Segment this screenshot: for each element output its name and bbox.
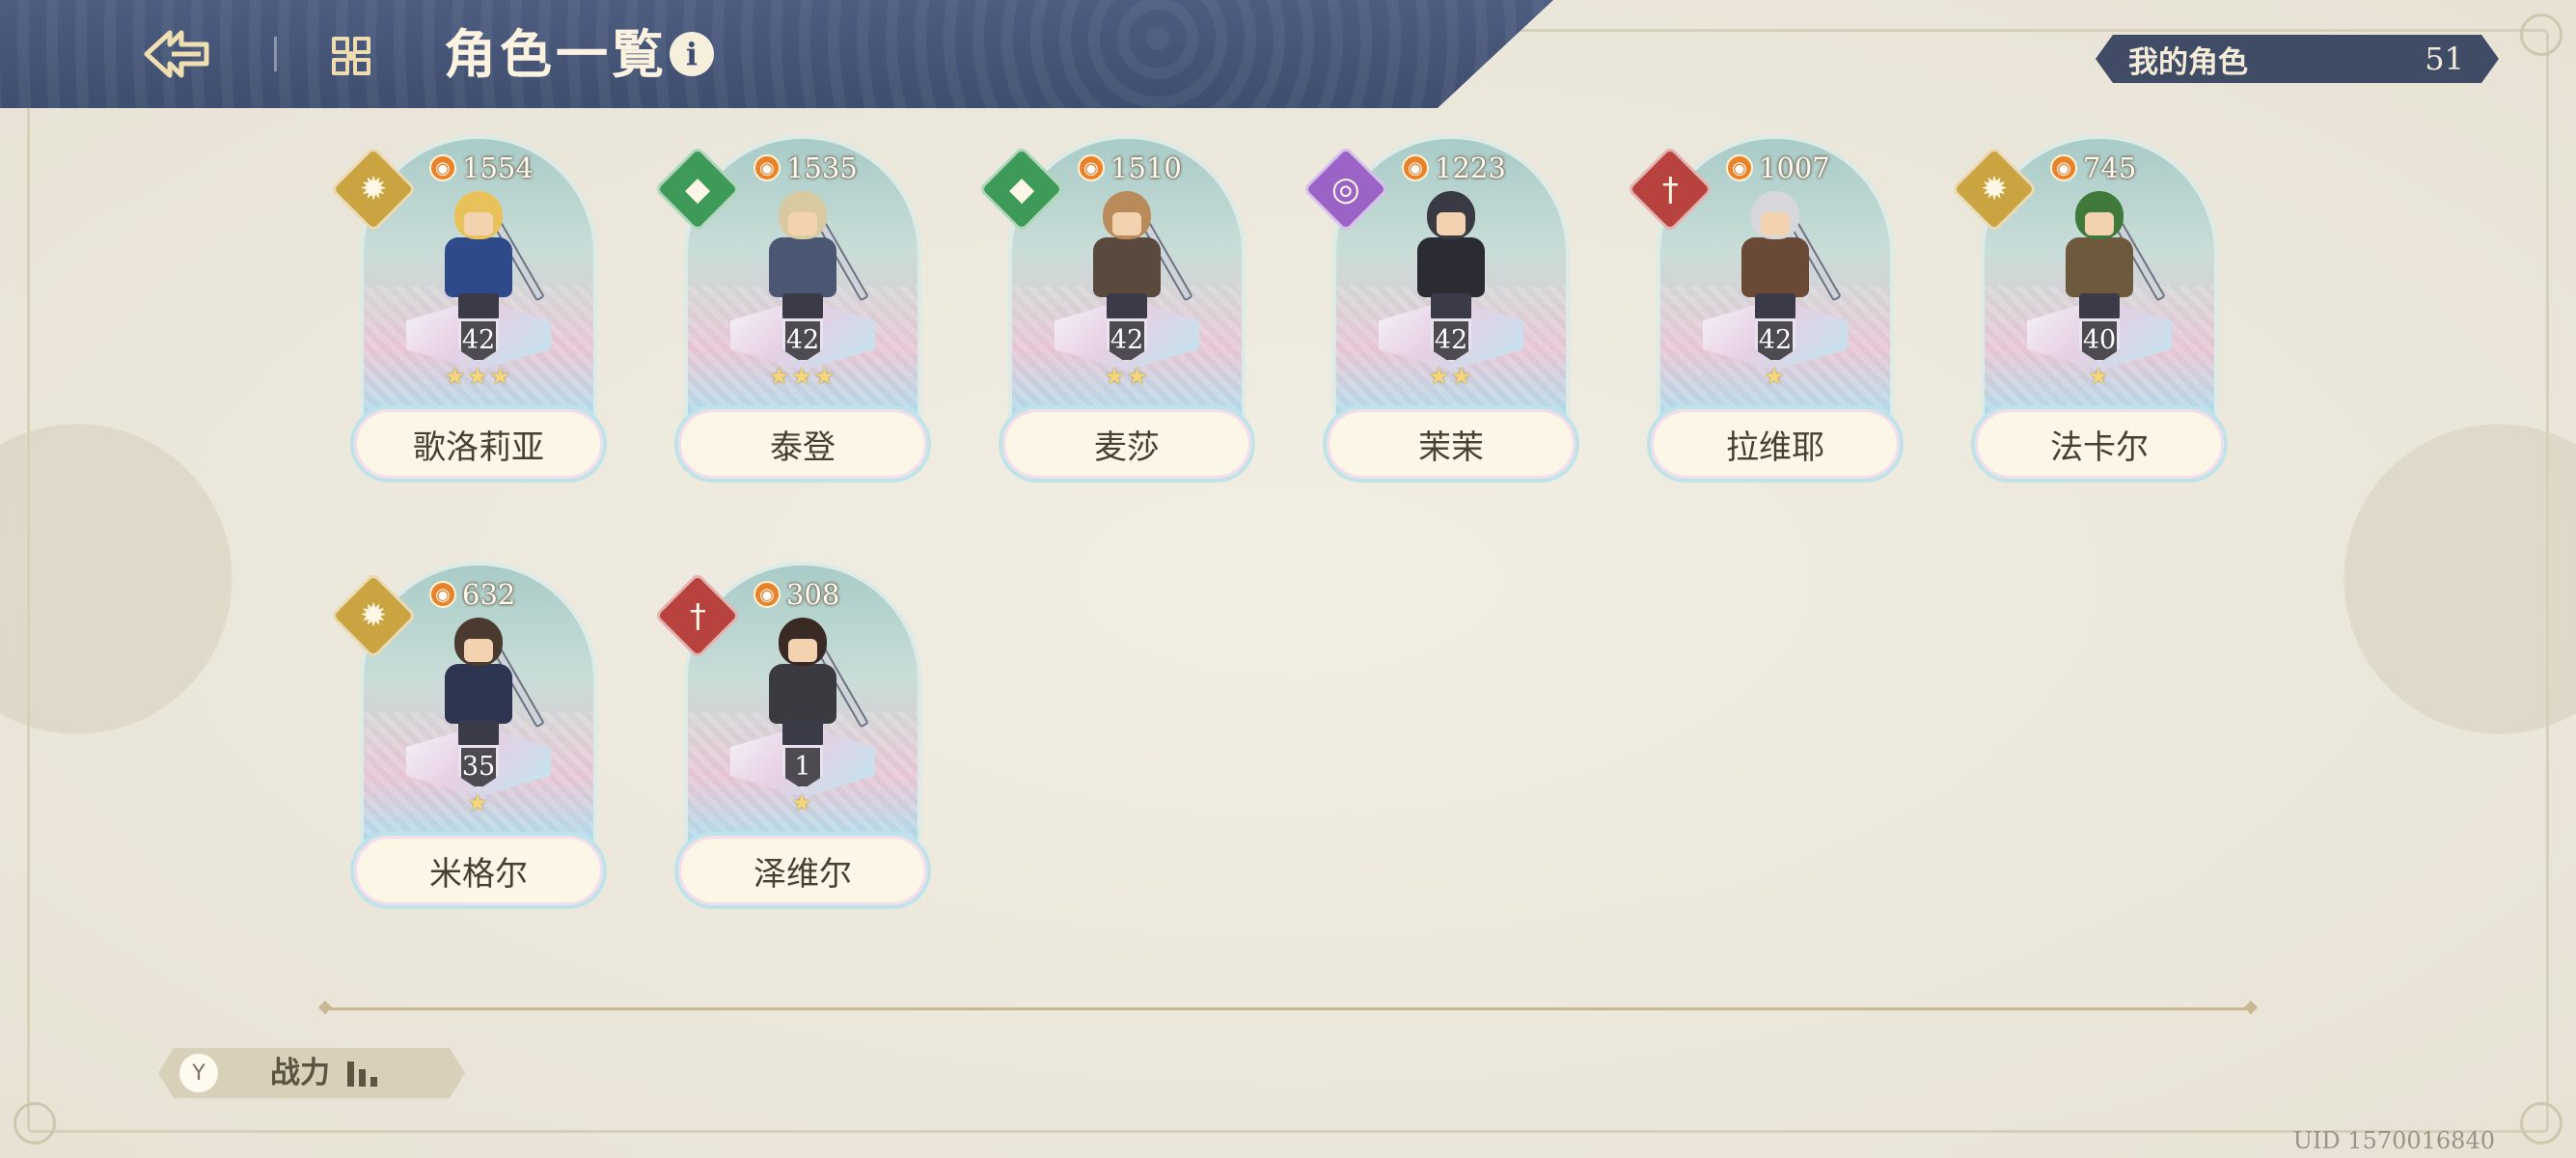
character-name: 泰登 — [674, 405, 931, 482]
flame-icon: ◉ — [429, 154, 456, 181]
power-value: 1510 — [1110, 152, 1182, 184]
power-value: 632 — [462, 578, 516, 611]
character-card[interactable]: ◆ ◉ 1535 42 ★★★ 泰登 — [653, 135, 931, 492]
power-value: 1007 — [1759, 152, 1830, 184]
power-value: 308 — [786, 578, 840, 611]
power-rating: ◉ 1223 — [1402, 151, 1506, 185]
corner-ornament — [2520, 1102, 2562, 1144]
my-characters-count: 51 — [2425, 41, 2464, 77]
grid-menu-icon[interactable] — [330, 35, 372, 77]
back-arrow-icon — [144, 30, 209, 78]
character-card[interactable]: † ◉ 308 1 ★ 泽维尔 — [653, 562, 931, 919]
character-sprite — [750, 616, 869, 749]
star-rating: ★ — [791, 789, 814, 816]
character-card[interactable]: † ◉ 1007 42 ★ 拉维耶 — [1626, 135, 1904, 492]
power-rating: ◉ 1535 — [754, 151, 858, 185]
character-sprite — [750, 189, 869, 322]
power-rating: ◉ 308 — [754, 577, 839, 612]
star-rating: ★★ — [1104, 363, 1150, 390]
corner-ornament — [2520, 14, 2562, 56]
character-name: 歌洛莉亚 — [350, 405, 607, 482]
character-card[interactable]: ◆ ◉ 1510 42 ★★ 麦莎 — [977, 135, 1255, 492]
character-sprite — [425, 189, 545, 322]
power-rating: ◉ 632 — [429, 577, 515, 612]
flame-icon: ◉ — [754, 581, 781, 608]
character-card[interactable]: ✹ ◉ 1554 42 ★★★ 歌洛莉亚 — [329, 135, 607, 492]
character-name: 茉茉 — [1323, 405, 1579, 482]
character-sprite — [2046, 189, 2166, 322]
header-bar — [0, 0, 1553, 108]
power-rating: ◉ 1554 — [429, 151, 534, 185]
flame-icon: ◉ — [1078, 154, 1105, 181]
flame-icon: ◉ — [2050, 154, 2077, 181]
power-rating: ◉ 1007 — [1726, 151, 1830, 185]
power-value: 1535 — [786, 152, 858, 184]
character-card[interactable]: ✹ ◉ 632 35 ★ 米格尔 — [329, 562, 607, 919]
character-name: 麦莎 — [999, 405, 1255, 482]
flame-icon: ◉ — [1726, 154, 1753, 181]
star-rating: ★★ — [1428, 363, 1474, 390]
divider-line — [324, 1007, 2252, 1010]
my-characters-counter: 我的角色 51 — [2096, 35, 2499, 83]
star-rating: ★ — [1764, 363, 1787, 390]
filter-icon[interactable]: Y — [179, 1054, 218, 1092]
header-separator — [274, 37, 277, 71]
my-characters-label: 我的角色 — [2128, 44, 2248, 80]
power-value: 1554 — [462, 152, 534, 184]
corner-ornament — [14, 1102, 56, 1144]
sort-bars-icon — [347, 1062, 392, 1087]
character-name: 法卡尔 — [1971, 405, 2228, 482]
sort-label: 战力 — [270, 1056, 330, 1090]
character-card[interactable]: ◎ ◉ 1223 42 ★★ 茉茉 — [1302, 135, 1579, 492]
character-sprite — [425, 616, 545, 749]
character-sprite — [1074, 189, 1193, 322]
character-name: 拉维耶 — [1647, 405, 1904, 482]
character-card[interactable]: ✹ ◉ 745 40 ★ 法卡尔 — [1950, 135, 2228, 492]
back-button[interactable] — [143, 25, 210, 83]
sort-by-power-button[interactable]: Y 战力 — [158, 1048, 465, 1098]
character-sprite — [1722, 189, 1842, 322]
power-rating: ◉ 1510 — [1078, 151, 1182, 185]
star-rating: ★★★ — [768, 363, 837, 390]
flame-icon: ◉ — [429, 581, 456, 608]
character-name: 米格尔 — [350, 832, 607, 909]
power-value: 745 — [2083, 152, 2137, 184]
star-rating: ★★★ — [444, 363, 513, 390]
power-rating: ◉ 745 — [2050, 151, 2136, 185]
page-title: 角色一覧 — [444, 23, 668, 85]
user-id: UID 1570016840 — [2292, 1127, 2495, 1154]
flame-icon: ◉ — [754, 154, 781, 181]
flame-icon: ◉ — [1402, 154, 1429, 181]
star-rating: ★ — [2088, 363, 2111, 390]
star-rating: ★ — [467, 789, 490, 816]
character-name: 泽维尔 — [674, 832, 931, 909]
info-icon[interactable]: i — [670, 32, 714, 76]
power-value: 1223 — [1435, 152, 1506, 184]
character-sprite — [1398, 189, 1504, 322]
